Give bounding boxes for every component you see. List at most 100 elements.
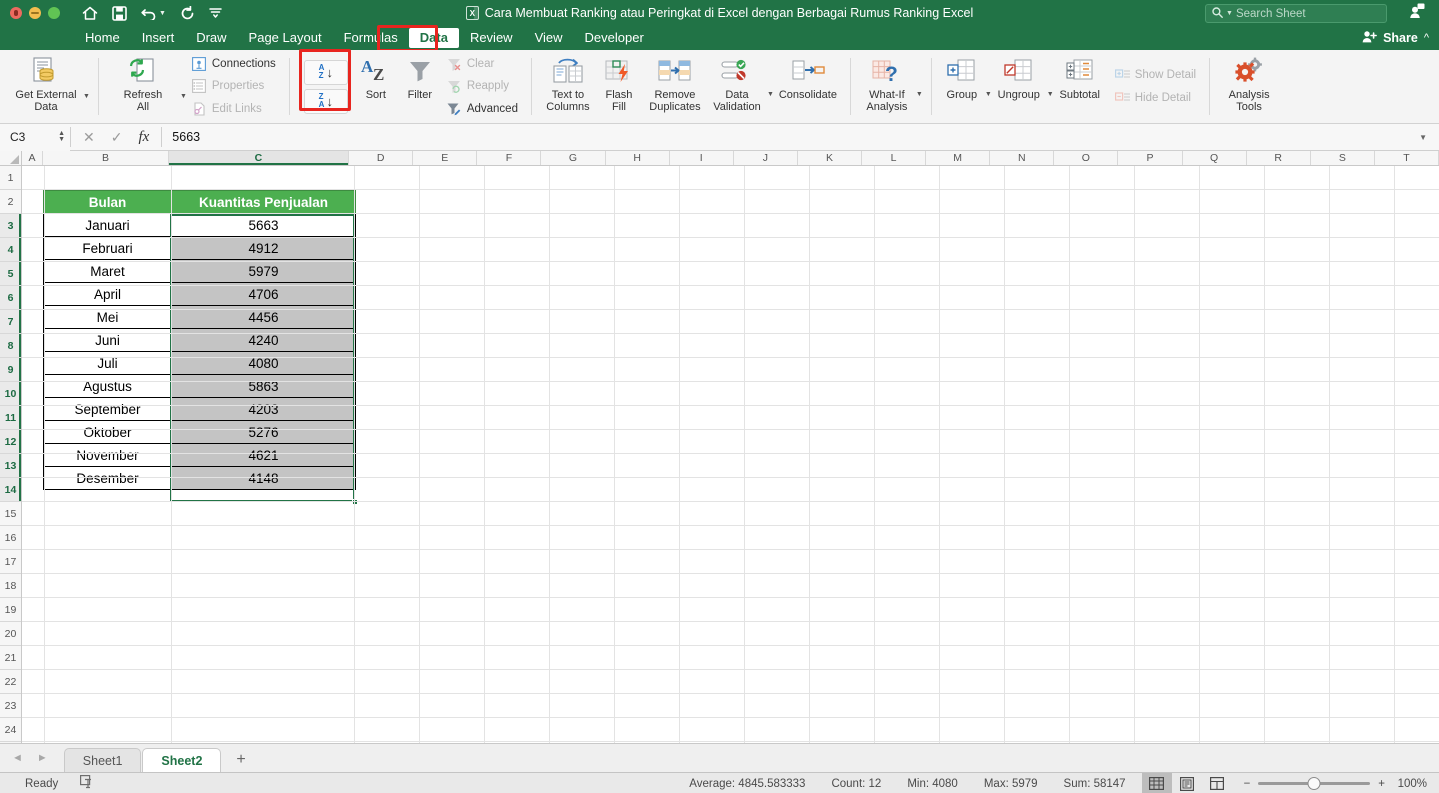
confirm-entry-icon[interactable]: ✓ [111,129,123,146]
expand-formula-bar-icon[interactable]: ▼ [1419,133,1439,142]
column-header-N[interactable]: N [990,151,1055,165]
cell-kuantitas[interactable]: 4080 [171,351,356,375]
cell-bulan[interactable]: Maret [43,259,172,283]
cell-kuantitas[interactable]: 4148 [171,466,356,490]
column-header-P[interactable]: P [1118,151,1183,165]
row-header-3[interactable]: 3 [0,214,21,238]
tab-home[interactable]: Home [74,26,131,50]
what-if-dropdown-icon[interactable]: ▼ [916,91,923,98]
table-header-bulan[interactable]: Bulan [43,190,172,214]
minimize-window-button[interactable] [29,7,41,19]
select-all-corner[interactable] [0,151,22,165]
cell-bulan[interactable]: Agustus [43,374,172,398]
add-sheet-button[interactable]: + [222,748,259,772]
row-header-17[interactable]: 17 [0,550,21,574]
ungroup-button[interactable]: Ungroup [992,50,1046,123]
account-avatar-icon[interactable] [1409,3,1425,23]
share-label[interactable]: Share [1383,31,1418,45]
maximize-window-button[interactable] [48,7,60,19]
row-header-16[interactable]: 16 [0,526,21,550]
cell-bulan[interactable]: November [43,443,172,467]
search-dropdown-icon[interactable]: ▼ [1226,10,1233,17]
row-header-9[interactable]: 9 [0,358,21,382]
tab-review[interactable]: Review [459,26,524,50]
table-header-kuantitas[interactable]: Kuantitas Penjualan [171,190,356,214]
cell-kuantitas[interactable]: 5276 [171,420,356,444]
tab-formulas[interactable]: Formulas [333,26,409,50]
data-validation-button[interactable]: Data Validation [708,50,766,123]
cell-kuantitas[interactable]: 4912 [171,236,356,260]
collapse-ribbon-icon[interactable]: ^ [1424,32,1429,44]
share-area[interactable]: Share ^ [1362,30,1429,46]
cell-kuantitas[interactable]: 4621 [171,443,356,467]
page-break-preview-button[interactable] [1202,773,1232,793]
save-icon[interactable] [112,5,127,21]
cell-kuantitas[interactable]: 5979 [171,259,356,283]
fill-handle[interactable] [352,499,358,505]
row-header-14[interactable]: 14 [0,478,21,502]
cell-bulan[interactable]: Desember [43,466,172,490]
flash-fill-button[interactable]: Flash Fill [596,50,642,123]
column-header-S[interactable]: S [1310,151,1375,165]
filter-button[interactable]: Filter [398,50,442,123]
column-header-L[interactable]: L [862,151,927,165]
cell-kuantitas[interactable]: 5663 [171,213,356,237]
advanced-filter-button[interactable]: Advanced [444,99,521,119]
tab-view[interactable]: View [524,26,574,50]
row-header-4[interactable]: 4 [0,238,21,262]
next-sheet-icon[interactable]: ► [37,752,48,764]
refresh-all-dropdown-icon[interactable]: ▼ [180,93,187,100]
cell-kuantitas[interactable]: 5863 [171,374,356,398]
cell-bulan[interactable]: Februari [43,236,172,260]
group-button[interactable]: Group [940,50,984,123]
row-header-6[interactable]: 6 [0,286,21,310]
cancel-entry-icon[interactable]: ✕ [83,129,95,146]
tab-developer[interactable]: Developer [574,26,655,50]
row-header-7[interactable]: 7 [0,310,21,334]
column-header-M[interactable]: M [926,151,991,165]
column-header-D[interactable]: D [349,151,414,165]
search-input[interactable] [1235,7,1380,20]
cell-bulan[interactable]: Oktober [43,420,172,444]
macro-record-icon[interactable] [80,775,95,792]
column-header-T[interactable]: T [1374,151,1439,165]
row-header-19[interactable]: 19 [0,598,21,622]
ungroup-dropdown-icon[interactable]: ▼ [1047,91,1054,98]
column-header-B[interactable]: B [43,151,169,165]
zoom-in-button[interactable]: + [1378,778,1385,790]
sort-button[interactable]: A Z Sort [354,50,398,123]
cell-bulan[interactable]: Juni [43,328,172,352]
row-header-24[interactable]: 24 [0,718,21,742]
row-header-11[interactable]: 11 [0,406,21,430]
row-header-21[interactable]: 21 [0,646,21,670]
column-header-E[interactable]: E [413,151,478,165]
sort-ascending-button[interactable]: AZ ↓ [303,59,348,85]
data-validation-dropdown-icon[interactable]: ▼ [767,91,774,98]
normal-view-button[interactable] [1141,772,1172,793]
zoom-slider-handle[interactable] [1307,777,1321,790]
zoom-slider[interactable] [1258,777,1371,790]
zoom-out-button[interactable]: − [1244,778,1251,790]
group-dropdown-icon[interactable]: ▼ [985,91,992,98]
row-header-1[interactable]: 1 [0,166,21,190]
row-header-23[interactable]: 23 [0,694,21,718]
sheet-tab-sheet2[interactable]: Sheet2 [142,748,222,772]
analysis-tools-button[interactable]: Analysis Tools [1218,50,1280,123]
row-header-5[interactable]: 5 [0,262,21,286]
row-header-22[interactable]: 22 [0,670,21,694]
text-to-columns-button[interactable]: Text to Columns [540,50,596,123]
sort-descending-button[interactable]: ZA ↓ [303,88,348,114]
row-header-25[interactable]: 25 [0,742,21,743]
column-header-I[interactable]: I [669,151,734,165]
what-if-analysis-button[interactable]: ? What-If Analysis [859,50,915,123]
column-header-Q[interactable]: Q [1182,151,1247,165]
column-header-A[interactable]: A [21,151,44,165]
row-header-15[interactable]: 15 [0,502,21,526]
cell-kuantitas[interactable]: 4240 [171,328,356,352]
name-box[interactable]: C3 ▲ ▼ [0,123,70,151]
cell-bulan[interactable]: Juli [43,351,172,375]
search-sheet-box[interactable]: ▼ [1205,4,1387,23]
consolidate-button[interactable]: Consolidate [774,50,842,123]
remove-duplicates-button[interactable]: Remove Duplicates [642,50,708,123]
column-header-F[interactable]: F [477,151,542,165]
